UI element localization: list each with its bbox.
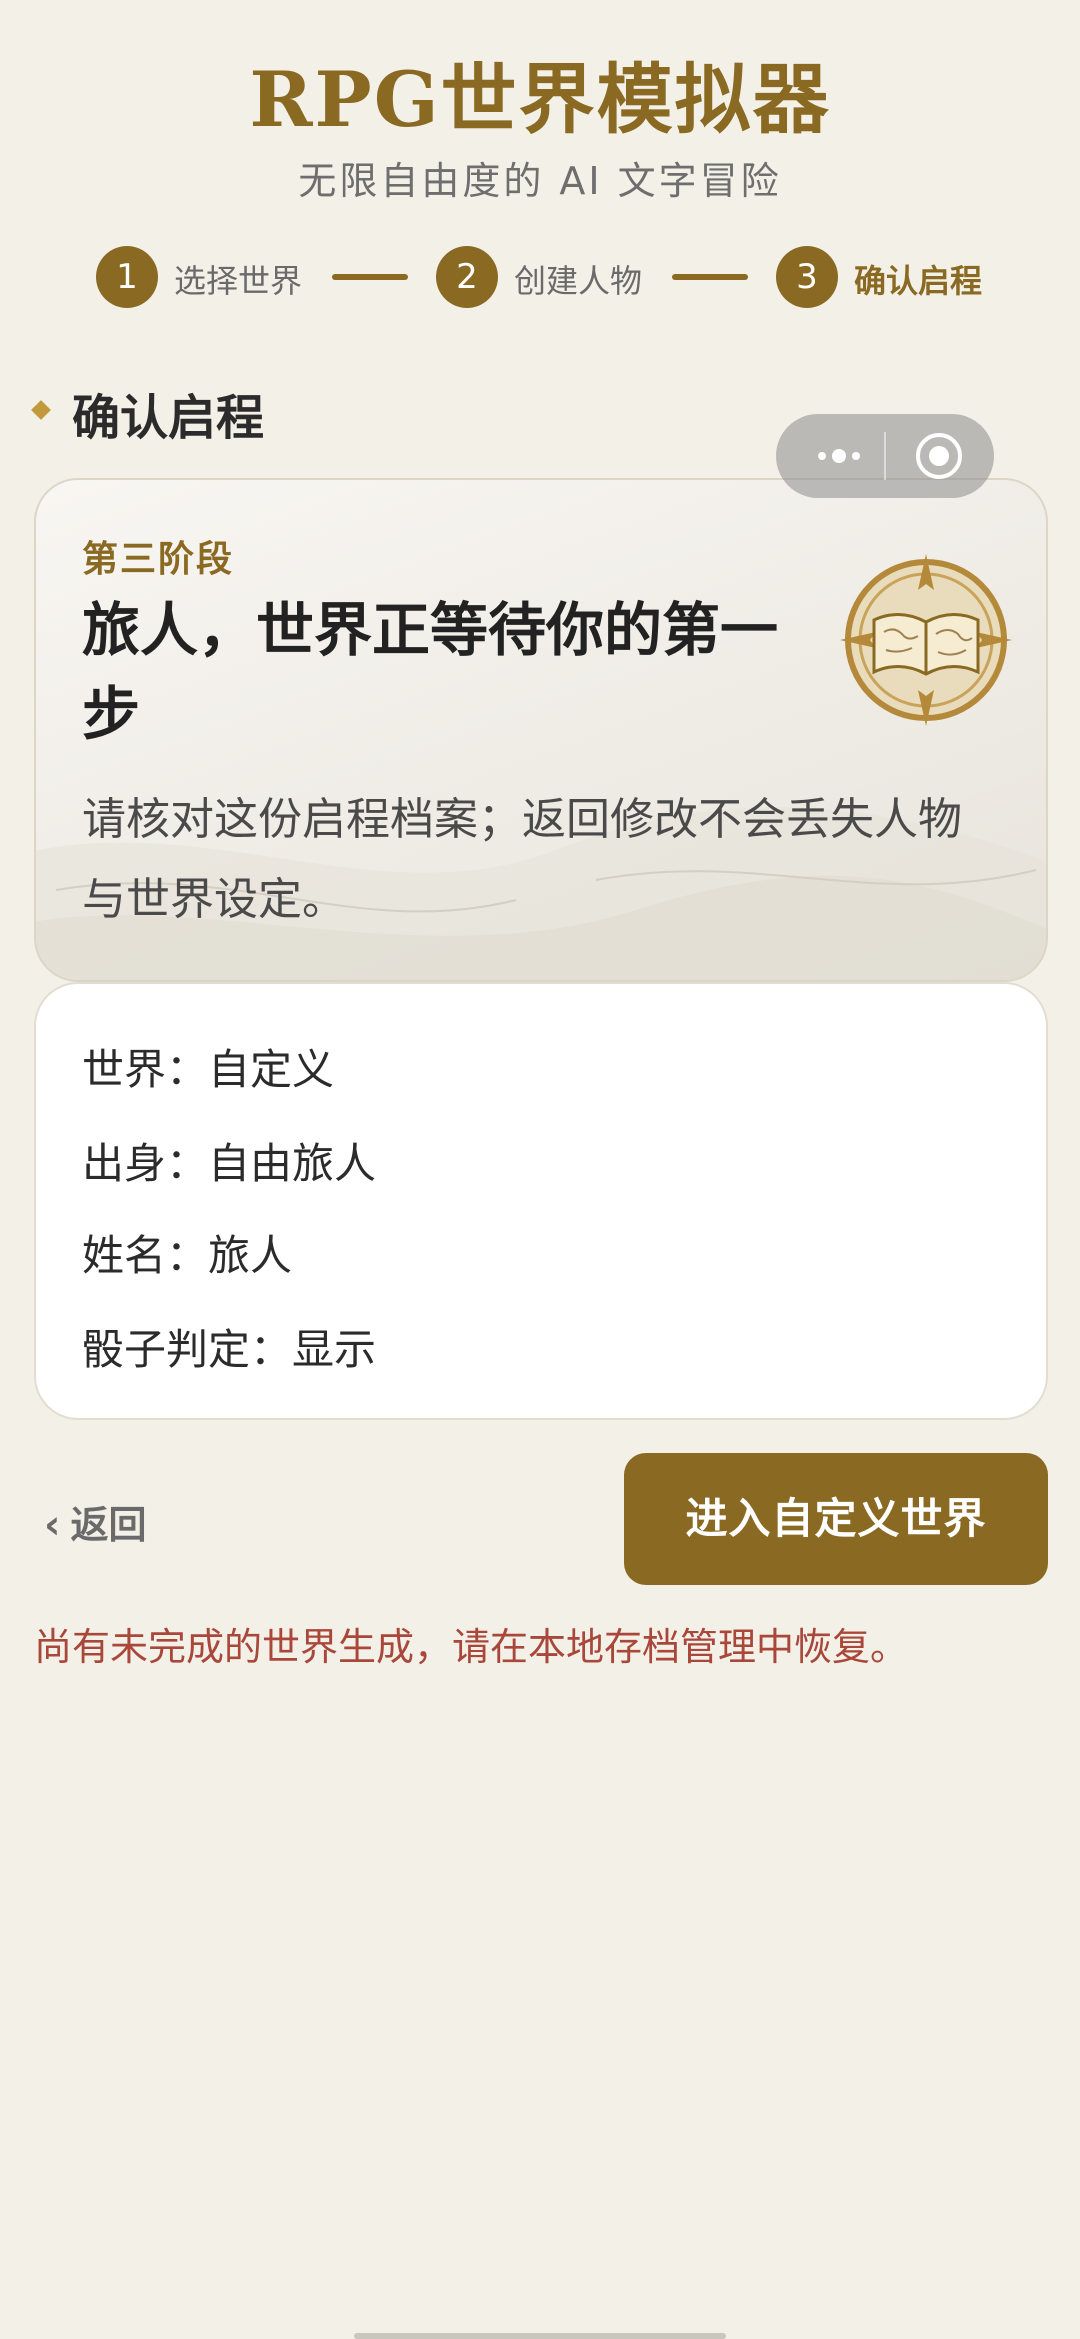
summary-row-origin: 出身：自由旅人	[82, 1130, 376, 1191]
name-label: 姓名：	[82, 1231, 209, 1280]
app-title: RPG世界模拟器	[249, 55, 831, 144]
step-connector-1	[332, 274, 408, 280]
dice-label: 骰子判定：	[82, 1325, 293, 1374]
back-button[interactable]: ‹ 返回	[44, 1494, 147, 1549]
summary-row-dice: 骰子判定：显示	[82, 1316, 376, 1377]
world-value: 自定义	[208, 1045, 335, 1094]
summary-row-world: 世界：自定义	[82, 1036, 334, 1097]
warning-message: 尚有未完成的世界生成，请在本地存档管理中恢复。	[34, 1625, 909, 1669]
close-miniprogram-icon[interactable]	[916, 433, 962, 479]
summary-row-name: 姓名：旅人	[82, 1222, 292, 1283]
chevron-left-icon: ‹	[44, 1502, 61, 1548]
more-options-icon[interactable]	[806, 434, 876, 478]
hero-headline: 旅人，世界正等待你的第一步	[82, 596, 779, 748]
step-1-number: 1	[96, 246, 158, 308]
back-label: 返回	[70, 1503, 147, 1547]
home-indicator	[354, 2333, 726, 2339]
app-subtitle: 无限自由度的 AI 文字冒险	[298, 159, 782, 203]
hero-description: 请核对这份启程档案；返回修改不会丢失人物与世界设定。	[82, 794, 962, 925]
step-2-number: 2	[436, 246, 498, 308]
section-title: 确认启程	[72, 390, 265, 446]
summary-card: 世界：自定义 出身：自由旅人 姓名：旅人 骰子判定：显示	[34, 982, 1048, 1420]
stepper: 1 选择世界 2 创建人物 3 确认启程	[96, 246, 996, 308]
world-label: 世界：	[82, 1045, 209, 1094]
step-3-number: 3	[776, 246, 838, 308]
origin-label: 出身：	[82, 1139, 209, 1188]
name-value: 旅人	[208, 1231, 293, 1280]
book-compass-icon	[840, 554, 1012, 726]
mini-program-capsule	[776, 414, 994, 498]
capsule-divider	[884, 432, 886, 480]
hero-card: 第三阶段 旅人，世界正等待你的第一步 请核对这份启程档案；返回修改不会丢失人物与…	[34, 478, 1048, 982]
step-connector-2	[672, 274, 748, 280]
step-2-label: 创建人物	[514, 262, 643, 300]
diamond-icon	[31, 400, 51, 420]
dice-value: 显示	[292, 1325, 377, 1374]
step-1-label: 选择世界	[174, 262, 303, 300]
stage-label: 第三阶段	[82, 539, 235, 580]
step-3-label: 确认启程	[854, 262, 983, 300]
origin-value: 自由旅人	[208, 1139, 377, 1188]
enter-world-button[interactable]: 进入自定义世界	[624, 1453, 1048, 1585]
